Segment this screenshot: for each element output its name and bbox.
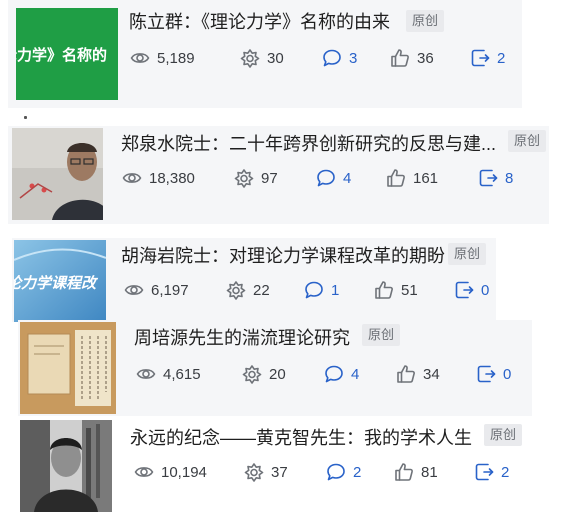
view-count: 10,194 <box>134 460 207 484</box>
forward-button[interactable]: 0 <box>476 362 511 386</box>
comment-icon <box>316 168 336 188</box>
like-button[interactable]: 81 <box>394 460 438 484</box>
comment-icon <box>326 462 346 482</box>
comment-icon <box>322 48 342 68</box>
eye-icon <box>130 48 150 68</box>
recommend-count: 30 <box>240 46 284 70</box>
article-thumbnail[interactable] <box>20 322 116 414</box>
article-thumbnail[interactable] <box>20 420 112 512</box>
article-thumbnail[interactable]: 论力学》名称的 <box>16 8 118 100</box>
like-button[interactable]: 51 <box>374 278 418 302</box>
article-stats: 4,615 20 4 34 0 <box>136 362 526 386</box>
like-button[interactable]: 36 <box>390 46 434 70</box>
share-icon <box>474 462 494 482</box>
article-title[interactable]: 周培源先生的湍流理论研究 <box>134 326 350 350</box>
comment-button[interactable]: 3 <box>322 46 357 70</box>
recommend-count: 20 <box>242 362 286 386</box>
share-icon <box>470 48 490 68</box>
view-count: 18,380 <box>122 166 195 190</box>
forward-button[interactable]: 8 <box>478 166 513 190</box>
comment-button[interactable]: 1 <box>304 278 339 302</box>
forward-button[interactable]: 2 <box>474 460 509 484</box>
thumbs-up-icon <box>374 280 394 300</box>
forward-button[interactable]: 0 <box>454 278 489 302</box>
portrait-photo <box>20 420 112 512</box>
comment-button[interactable]: 4 <box>324 362 359 386</box>
eye-icon <box>124 280 144 300</box>
comment-icon <box>304 280 324 300</box>
article-thumbnail[interactable]: 论力学课程改 <box>14 240 106 322</box>
article-card-1[interactable]: 论力学》名称的 陈立群：《理论力学》名称的由来 原创 5,189 30 3 36… <box>8 0 522 108</box>
view-count: 5,189 <box>130 46 195 70</box>
recommend-count: 22 <box>226 278 270 302</box>
flower-icon <box>242 364 262 384</box>
article-stats: 18,380 97 4 161 8 <box>122 166 532 190</box>
manuscript-photo <box>20 322 116 414</box>
flower-icon <box>234 168 254 188</box>
thumbnail-text: 论力学课程改 <box>14 274 99 292</box>
article-card-2[interactable]: 郑泉水院士：二十年跨界创新研究的反思与建... 原创 18,380 97 4 1… <box>8 126 549 224</box>
comment-button[interactable]: 2 <box>326 460 361 484</box>
flower-icon <box>226 280 246 300</box>
thumbs-up-icon <box>394 462 414 482</box>
original-badge: 原创 <box>406 10 445 32</box>
thumbnail-banner: 论力学》名称的 <box>16 8 118 100</box>
eye-icon <box>122 168 142 188</box>
view-count: 6,197 <box>124 278 189 302</box>
separator-mark <box>24 116 27 119</box>
share-icon <box>476 364 496 384</box>
article-title[interactable]: 陈立群：《理论力学》名称的由来 <box>129 10 390 34</box>
original-badge: 原创 <box>448 243 487 265</box>
eye-icon <box>136 364 156 384</box>
article-stats: 6,197 22 1 51 0 <box>124 278 494 302</box>
article-card-3[interactable]: 论力学课程改 胡海岩院士：对理论力学课程改革的期盼 原创 6,197 22 1 … <box>12 238 496 322</box>
flower-icon <box>244 462 264 482</box>
thumbnail-text: 论力学》名称的 <box>16 46 107 64</box>
article-stats: 10,194 37 2 81 2 <box>134 460 524 484</box>
view-count: 4,615 <box>136 362 201 386</box>
article-thumbnail[interactable] <box>12 128 103 220</box>
comment-icon <box>324 364 344 384</box>
like-button[interactable]: 34 <box>396 362 440 386</box>
article-title[interactable]: 胡海岩院士：对理论力学课程改革的期盼 <box>121 244 445 268</box>
article-card-4[interactable]: 周培源先生的湍流理论研究 原创 4,615 20 4 34 0 <box>18 320 532 416</box>
share-icon <box>478 168 498 188</box>
thumbs-up-icon <box>390 48 410 68</box>
like-button[interactable]: 161 <box>386 166 438 190</box>
portrait-photo <box>12 128 103 220</box>
article-title[interactable]: 永远的纪念——黄克智先生：我的学术人生 <box>130 426 472 450</box>
thumbs-up-icon <box>386 168 406 188</box>
recommend-count: 37 <box>244 460 288 484</box>
flower-icon <box>240 48 260 68</box>
original-badge: 原创 <box>484 424 523 446</box>
share-icon <box>454 280 474 300</box>
original-badge: 原创 <box>362 324 401 346</box>
article-title[interactable]: 郑泉水院士：二十年跨界创新研究的反思与建... <box>121 132 496 156</box>
article-stats: 5,189 30 3 36 2 <box>130 46 510 70</box>
article-card-5[interactable]: 永远的纪念——黄克智先生：我的学术人生 原创 10,194 37 2 81 2 <box>16 418 530 514</box>
recommend-count: 97 <box>234 166 278 190</box>
comment-button[interactable]: 4 <box>316 166 351 190</box>
thumbnail-banner: 论力学课程改 <box>14 240 106 322</box>
eye-icon <box>134 462 154 482</box>
thumbs-up-icon <box>396 364 416 384</box>
original-badge: 原创 <box>508 130 547 152</box>
forward-button[interactable]: 2 <box>470 46 505 70</box>
